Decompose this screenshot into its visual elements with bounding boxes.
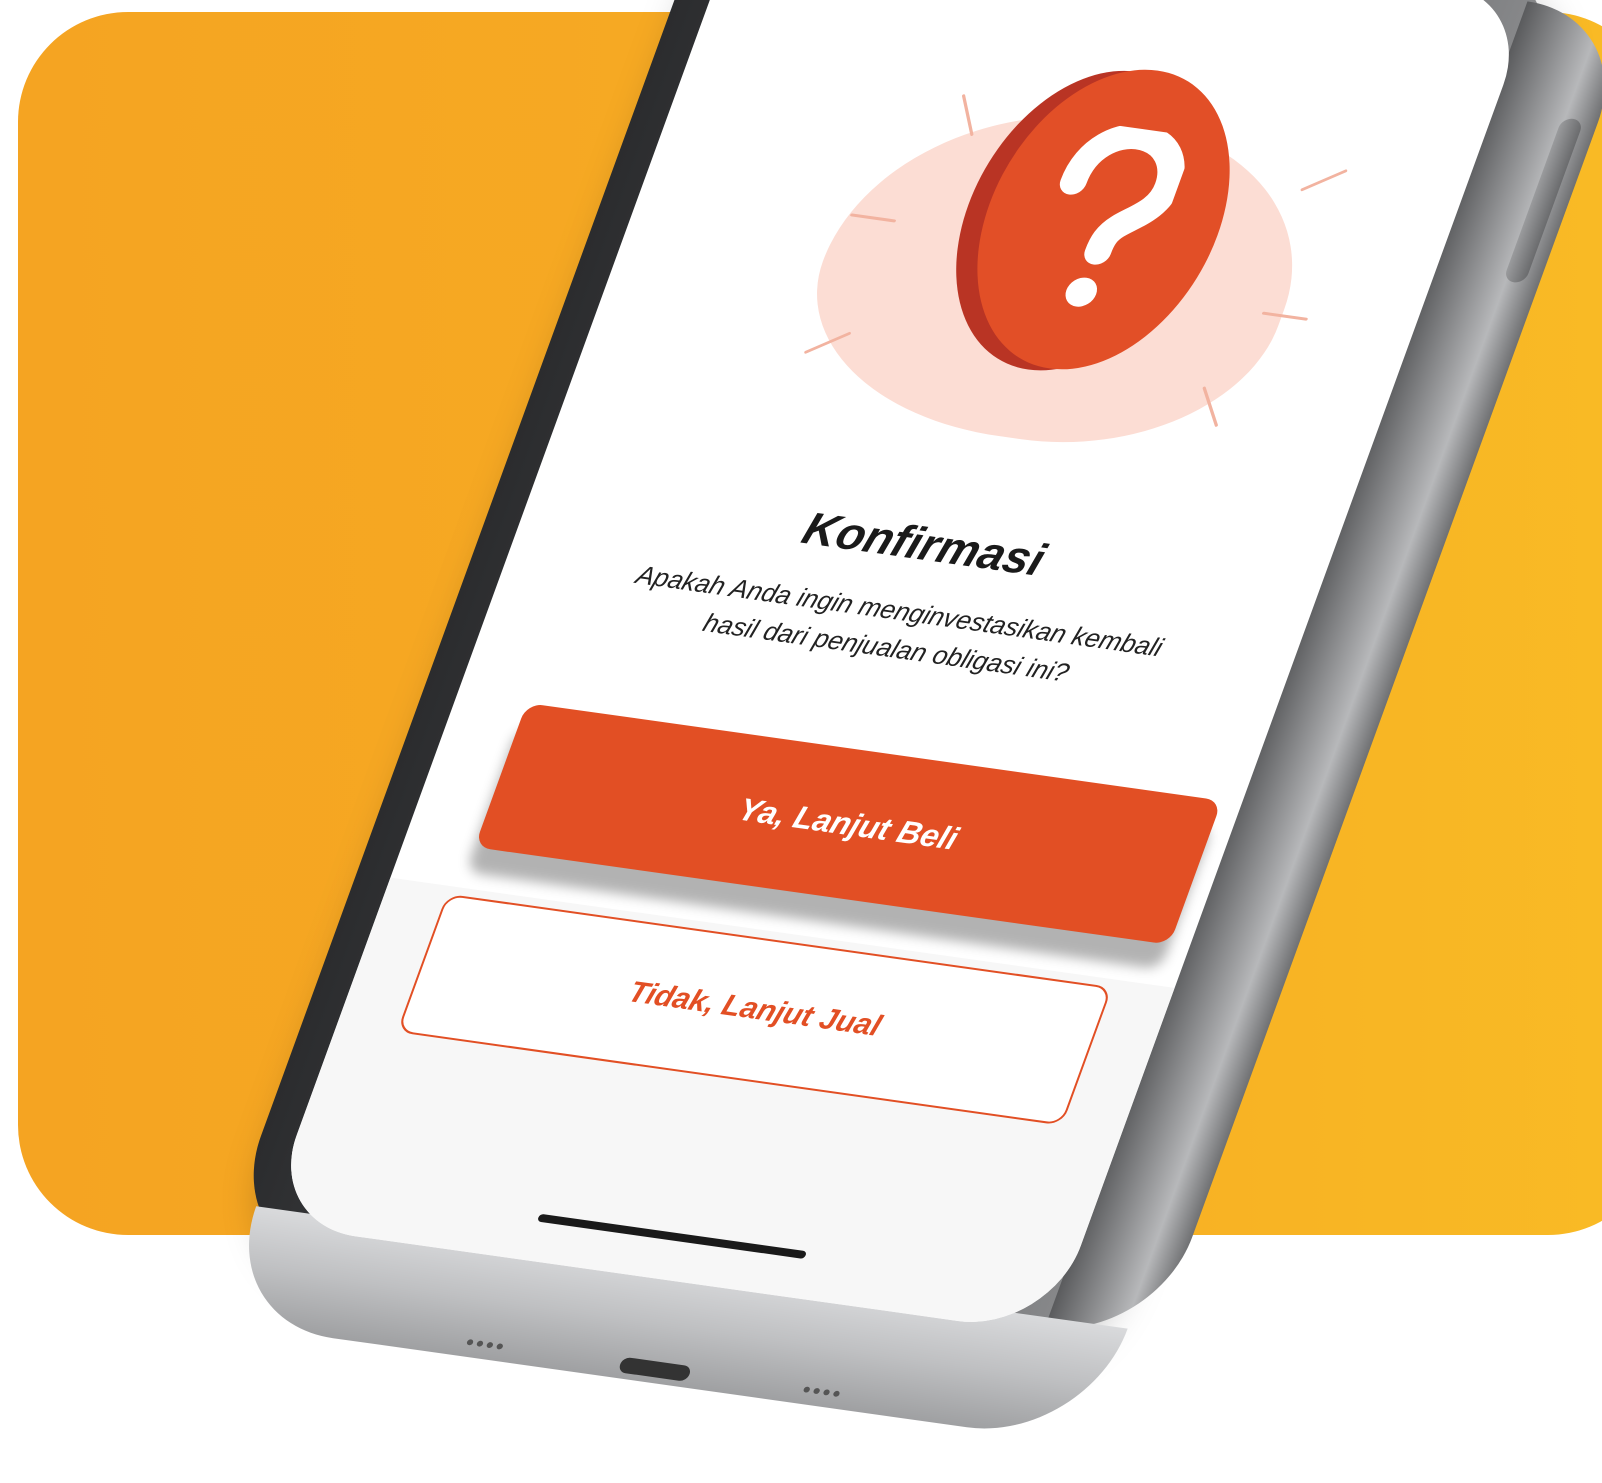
phone-frame: Konfirmasi Apakah Anda ingin menginvesta…: [214, 0, 1602, 1444]
ray-decoration: [1300, 168, 1348, 192]
dialog-content: Konfirmasi Apakah Anda ingin menginvesta…: [547, 471, 1266, 712]
ray-decoration: [961, 93, 974, 137]
promo-scene: Konfirmasi Apakah Anda ingin menginvesta…: [0, 0, 1602, 1483]
question-mark-icon: [1059, 123, 1185, 307]
confirmation-illustration: [738, 25, 1393, 482]
speaker-grille-left: [465, 1338, 508, 1354]
charging-port: [617, 1356, 693, 1382]
speaker-grille-right: [801, 1386, 844, 1401]
